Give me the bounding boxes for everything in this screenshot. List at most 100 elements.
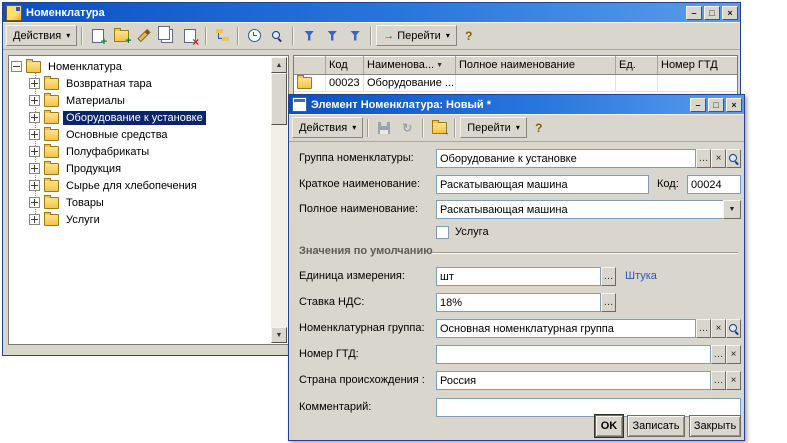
- row-marker-column-header[interactable]: [294, 56, 326, 74]
- gtd-clear-button[interactable]: ×: [726, 345, 741, 364]
- save-button[interactable]: [373, 117, 395, 138]
- dialog-titlebar[interactable]: Элемент Номенклатура: Новый * – □ ×: [289, 95, 744, 114]
- gtd-choose-button[interactable]: …: [711, 345, 726, 364]
- unit-field[interactable]: [436, 267, 601, 286]
- column-header[interactable]: Номер ГТД: [658, 56, 737, 74]
- maximize-button[interactable]: □: [704, 6, 720, 20]
- tree-item[interactable]: Возвратная тара: [11, 75, 288, 92]
- folder-icon: [44, 146, 59, 158]
- vat-field[interactable]: [436, 293, 601, 312]
- dialog-close-button[interactable]: ×: [726, 98, 742, 112]
- unit-choose-button[interactable]: …: [601, 267, 616, 286]
- tree-item[interactable]: Услуги: [11, 211, 288, 228]
- toolbar-separator: [237, 27, 239, 45]
- tree-item-label: Материалы: [63, 94, 128, 108]
- close-button[interactable]: ×: [722, 6, 738, 20]
- code-field-label: Код:: [657, 178, 679, 190]
- short-name-field[interactable]: [436, 175, 649, 194]
- full-name-combo[interactable]: [436, 200, 724, 219]
- vat-choose-button[interactable]: …: [601, 293, 616, 312]
- group-open-button[interactable]: [726, 149, 741, 168]
- nomen-group-open-button[interactable]: [726, 319, 741, 338]
- nomen-group-field[interactable]: [436, 319, 696, 338]
- dialog-help-button[interactable]: ?: [528, 117, 550, 138]
- dialog-minimize-button[interactable]: –: [690, 98, 706, 112]
- reread-button[interactable]: [396, 117, 418, 138]
- help-icon: ?: [465, 29, 472, 43]
- expand-icon[interactable]: [29, 146, 40, 157]
- scroll-down-icon[interactable]: ▼: [271, 327, 287, 343]
- search-button[interactable]: [266, 25, 288, 46]
- dialog-maximize-button[interactable]: □: [708, 98, 724, 112]
- expand-icon[interactable]: [29, 95, 40, 106]
- write-button[interactable]: Записать: [627, 415, 685, 437]
- column-header[interactable]: Наименова...▼: [364, 56, 456, 74]
- expand-icon[interactable]: [29, 197, 40, 208]
- help-button[interactable]: ?: [458, 25, 480, 46]
- column-header[interactable]: Ед.: [616, 56, 658, 74]
- full-name-dropdown-button[interactable]: ▼: [723, 200, 741, 219]
- set-delete-mark-icon: [184, 29, 196, 43]
- collapse-icon[interactable]: [11, 61, 22, 72]
- expand-icon[interactable]: [29, 163, 40, 174]
- column-header-label: Наименова...: [367, 59, 434, 71]
- copy-button[interactable]: [156, 25, 178, 46]
- save-icon: [378, 122, 390, 134]
- expand-icon[interactable]: [29, 180, 40, 191]
- add-group-button[interactable]: [110, 25, 132, 46]
- group-field[interactable]: [436, 149, 696, 168]
- group-clear-button[interactable]: ×: [711, 149, 726, 168]
- table-row[interactable]: 00023 Оборудование ...: [294, 75, 737, 92]
- clear-filter-button[interactable]: [344, 25, 366, 46]
- tree-item-root[interactable]: Номенклатура: [11, 58, 288, 75]
- close-form-button[interactable]: Закрыть: [689, 415, 741, 437]
- history-button[interactable]: [243, 25, 265, 46]
- tree-item[interactable]: Продукция: [11, 160, 288, 177]
- window-title: Номенклатура: [26, 7, 682, 19]
- expand-icon[interactable]: [29, 129, 40, 140]
- tree-item[interactable]: Сырье для хлебопечения: [11, 177, 288, 194]
- ellipsis-icon: …: [699, 151, 709, 166]
- tree-item-selected[interactable]: Оборудование к установке: [11, 109, 288, 126]
- nomen-group-choose-button[interactable]: …: [696, 319, 711, 338]
- actions-menu-button[interactable]: Действия: [6, 25, 77, 46]
- edit-button[interactable]: [133, 25, 155, 46]
- gtd-field[interactable]: [436, 345, 711, 364]
- expand-icon[interactable]: [29, 214, 40, 225]
- clear-icon: ×: [731, 347, 737, 362]
- filter-button[interactable]: [298, 25, 320, 46]
- dialog-actions-menu-button[interactable]: Действия: [292, 117, 363, 138]
- goto-list-button[interactable]: [428, 117, 450, 138]
- clear-icon: ×: [716, 151, 722, 166]
- expand-icon[interactable]: [29, 112, 40, 123]
- country-choose-button[interactable]: …: [711, 371, 726, 390]
- tree-item[interactable]: Полуфабрикаты: [11, 143, 288, 160]
- help-icon: ?: [535, 121, 542, 135]
- unit-field-label: Единица измерения:: [299, 270, 405, 282]
- service-checkbox[interactable]: [436, 226, 449, 239]
- add-button[interactable]: [87, 25, 109, 46]
- country-field[interactable]: [436, 371, 711, 390]
- tree-item[interactable]: Товары: [11, 194, 288, 211]
- filter-by-value-button[interactable]: [321, 25, 343, 46]
- set-delete-mark-button[interactable]: [179, 25, 201, 46]
- column-header[interactable]: Код: [326, 56, 364, 74]
- minimize-button[interactable]: –: [686, 6, 702, 20]
- nomen-group-clear-button[interactable]: ×: [711, 319, 726, 338]
- column-header[interactable]: Полное наименование: [456, 56, 616, 74]
- ok-button[interactable]: OK: [595, 415, 623, 437]
- group-choose-button[interactable]: …: [696, 149, 711, 168]
- expand-icon[interactable]: [29, 78, 40, 89]
- hierarchical-list-icon: [216, 29, 229, 42]
- hierarchical-list-button[interactable]: [211, 25, 233, 46]
- goto-menu-button[interactable]: Перейти: [376, 25, 457, 46]
- main-titlebar[interactable]: Номенклатура – □ ×: [3, 3, 740, 22]
- tree-item-label: Услуги: [63, 213, 103, 227]
- ellipsis-icon: …: [714, 347, 724, 362]
- country-clear-button[interactable]: ×: [726, 371, 741, 390]
- tree-item[interactable]: Основные средства: [11, 126, 288, 143]
- dialog-goto-menu-button[interactable]: Перейти: [460, 117, 527, 138]
- code-field[interactable]: [687, 175, 741, 194]
- tree-item[interactable]: Материалы: [11, 92, 288, 109]
- code-cell: 00023: [326, 75, 364, 92]
